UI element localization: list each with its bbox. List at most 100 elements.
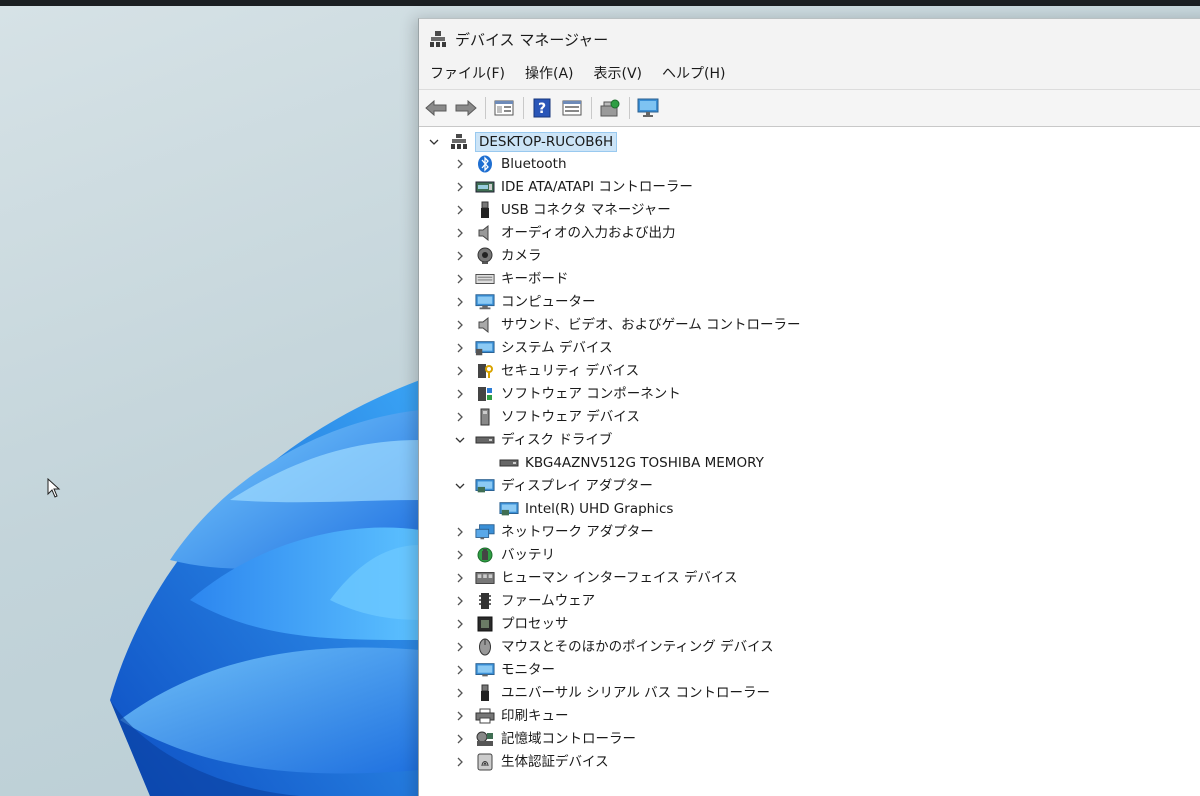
tree-item-ide-ata[interactable]: IDE ATA/ATAPI コントローラー bbox=[453, 176, 693, 198]
storage-controller-icon bbox=[475, 730, 495, 748]
device-manager-window: デバイス マネージャー ファイル(F) 操作(A) 表示(V) ヘルプ(H) ? bbox=[418, 18, 1200, 796]
chevron-right-icon[interactable] bbox=[453, 295, 467, 309]
toolbar: ? bbox=[419, 90, 1200, 127]
menu-help[interactable]: ヘルプ(H) bbox=[652, 59, 735, 89]
tree-item-computer[interactable]: コンピューター bbox=[453, 291, 596, 313]
view-button[interactable] bbox=[559, 95, 585, 121]
tree-item-hid[interactable]: ヒューマン インターフェイス デバイス bbox=[453, 567, 737, 589]
computer-root-icon bbox=[449, 133, 469, 151]
scan-hardware-icon bbox=[600, 99, 620, 117]
tree-item-print-queues[interactable]: 印刷キュー bbox=[453, 705, 569, 727]
chevron-down-icon[interactable] bbox=[453, 433, 467, 447]
chevron-right-icon[interactable] bbox=[453, 318, 467, 332]
mouse-icon bbox=[475, 638, 495, 656]
display-adapter-icon bbox=[499, 500, 519, 518]
chevron-right-icon[interactable] bbox=[453, 640, 467, 654]
camera-icon bbox=[475, 247, 495, 265]
tree-item-bluetooth[interactable]: Bluetooth bbox=[453, 153, 567, 175]
back-icon bbox=[425, 100, 447, 116]
back-button[interactable] bbox=[423, 95, 449, 121]
chevron-right-icon[interactable] bbox=[453, 203, 467, 217]
hid-icon bbox=[475, 569, 495, 587]
tree-item-battery[interactable]: バッテリ bbox=[453, 544, 555, 566]
toolbar-separator bbox=[629, 97, 630, 119]
chevron-right-icon[interactable] bbox=[453, 157, 467, 171]
view-icon bbox=[562, 100, 582, 116]
disk-drive-icon bbox=[499, 454, 519, 472]
usb-connector-icon bbox=[475, 201, 495, 219]
tree-item-sound-video[interactable]: サウンド、ビデオ、およびゲーム コントローラー bbox=[453, 314, 801, 336]
chevron-down-icon[interactable] bbox=[427, 135, 441, 149]
svg-text:?: ? bbox=[538, 101, 546, 117]
tree-item-disk-drives[interactable]: ディスク ドライブ bbox=[453, 429, 612, 451]
software-device-icon bbox=[475, 408, 495, 426]
help-button[interactable]: ? bbox=[529, 95, 555, 121]
chevron-right-icon[interactable] bbox=[453, 709, 467, 723]
disk-drive-icon bbox=[475, 431, 495, 449]
chevron-right-icon[interactable] bbox=[453, 226, 467, 240]
software-component-icon bbox=[475, 385, 495, 403]
tree-item-processors[interactable]: プロセッサ bbox=[453, 613, 569, 635]
chevron-right-icon[interactable] bbox=[453, 617, 467, 631]
tree-root[interactable]: DESKTOP-RUCOB6H bbox=[427, 131, 618, 153]
chevron-right-icon[interactable] bbox=[453, 525, 467, 539]
chevron-right-icon[interactable] bbox=[453, 387, 467, 401]
chevron-right-icon[interactable] bbox=[453, 341, 467, 355]
title-bar[interactable]: デバイス マネージャー bbox=[419, 19, 1200, 59]
tree-item-system-devices[interactable]: システム デバイス bbox=[453, 337, 612, 359]
tree-item-usb-connector[interactable]: USB コネクタ マネージャー bbox=[453, 199, 671, 221]
mouse-cursor-icon bbox=[47, 478, 61, 498]
tree-item-firmware[interactable]: ファームウェア bbox=[453, 590, 595, 612]
menu-bar: ファイル(F) 操作(A) 表示(V) ヘルプ(H) bbox=[419, 59, 1200, 90]
tree-item-software-components[interactable]: ソフトウェア コンポーネント bbox=[453, 383, 681, 405]
tree-item-keyboard[interactable]: キーボード bbox=[453, 268, 569, 290]
monitor-icon bbox=[637, 98, 659, 117]
chevron-right-icon[interactable] bbox=[453, 594, 467, 608]
security-device-icon bbox=[475, 362, 495, 380]
device-tree: DESKTOP-RUCOB6H Bluetooth IDE ATA/ATAPI … bbox=[419, 127, 1200, 796]
tree-item-intel-uhd[interactable]: Intel(R) UHD Graphics bbox=[477, 498, 673, 520]
tree-item-biometric[interactable]: 生体認証デバイス bbox=[453, 751, 609, 773]
tree-item-storage-controllers[interactable]: 記憶域コントローラー bbox=[453, 728, 636, 750]
tree-item-camera[interactable]: カメラ bbox=[453, 245, 542, 267]
tree-item-security-devices[interactable]: セキュリティ デバイス bbox=[453, 360, 639, 382]
tree-item-software-devices[interactable]: ソフトウェア デバイス bbox=[453, 406, 640, 428]
chevron-down-icon[interactable] bbox=[453, 479, 467, 493]
toolbar-separator bbox=[523, 97, 524, 119]
chevron-right-icon[interactable] bbox=[453, 686, 467, 700]
chevron-right-icon[interactable] bbox=[453, 364, 467, 378]
tree-item-disk-toshiba[interactable]: KBG4AZNV512G TOSHIBA MEMORY bbox=[477, 452, 764, 474]
speaker-icon bbox=[475, 224, 495, 242]
scan-hardware-button[interactable] bbox=[597, 95, 623, 121]
chevron-right-icon[interactable] bbox=[453, 755, 467, 769]
properties-button[interactable] bbox=[491, 95, 517, 121]
sound-icon bbox=[475, 316, 495, 334]
tree-item-network-adapters[interactable]: ネットワーク アダプター bbox=[453, 521, 654, 543]
monitor-icon bbox=[475, 661, 495, 679]
biometric-icon bbox=[475, 753, 495, 771]
network-adapter-icon bbox=[475, 523, 495, 541]
toolbar-separator bbox=[485, 97, 486, 119]
menu-action[interactable]: 操作(A) bbox=[515, 59, 584, 89]
tree-item-display-adapters[interactable]: ディスプレイ アダプター bbox=[453, 475, 653, 497]
chevron-right-icon[interactable] bbox=[453, 732, 467, 746]
tree-item-audio-io[interactable]: オーディオの入力および出力 bbox=[453, 222, 676, 244]
toolbar-separator bbox=[591, 97, 592, 119]
chevron-right-icon[interactable] bbox=[453, 571, 467, 585]
tree-item-monitors[interactable]: モニター bbox=[453, 659, 555, 681]
tree-item-usb-controllers[interactable]: ユニバーサル シリアル バス コントローラー bbox=[453, 682, 770, 704]
menu-file[interactable]: ファイル(F) bbox=[419, 59, 515, 89]
monitor-button[interactable] bbox=[635, 95, 661, 121]
ide-controller-icon bbox=[475, 178, 495, 196]
chevron-right-icon[interactable] bbox=[453, 249, 467, 263]
chevron-right-icon[interactable] bbox=[453, 410, 467, 424]
chevron-right-icon[interactable] bbox=[453, 180, 467, 194]
forward-button[interactable] bbox=[453, 95, 479, 121]
chevron-right-icon[interactable] bbox=[453, 272, 467, 286]
battery-icon bbox=[475, 546, 495, 564]
chevron-right-icon[interactable] bbox=[453, 663, 467, 677]
bluetooth-icon bbox=[475, 155, 495, 173]
chevron-right-icon[interactable] bbox=[453, 548, 467, 562]
tree-item-mice[interactable]: マウスとそのほかのポインティング デバイス bbox=[453, 636, 774, 658]
menu-view[interactable]: 表示(V) bbox=[584, 59, 653, 89]
